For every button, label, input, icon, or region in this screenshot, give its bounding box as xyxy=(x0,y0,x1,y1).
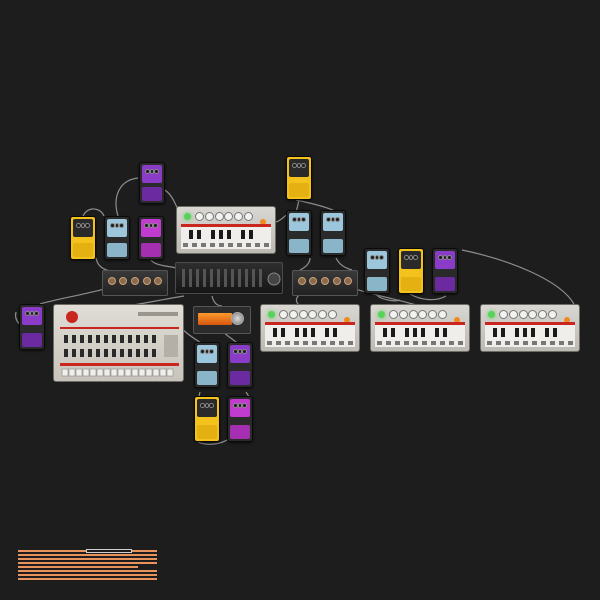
power-led xyxy=(488,311,495,318)
power-led xyxy=(184,213,191,220)
speaker-cabinet-2[interactable] xyxy=(292,270,358,296)
drum-machine-panel xyxy=(60,311,179,377)
mixer-channels xyxy=(182,269,281,287)
effect-pedal-15[interactable] xyxy=(227,396,253,442)
volume-dial-icon[interactable] xyxy=(231,312,244,325)
power-led xyxy=(268,311,275,318)
effect-pedal-5[interactable] xyxy=(138,216,164,260)
bass-synth-1[interactable] xyxy=(176,206,276,254)
sequencer-keys[interactable] xyxy=(265,322,355,347)
effect-pedal-7[interactable] xyxy=(320,210,346,256)
effect-pedal-6[interactable] xyxy=(286,210,312,256)
bass-synth-2[interactable] xyxy=(260,304,360,352)
effect-pedal-3[interactable] xyxy=(70,216,96,260)
drum-machine[interactable] xyxy=(53,304,184,382)
amplifier-head[interactable] xyxy=(193,306,251,334)
sequencer-keys[interactable] xyxy=(485,322,575,347)
bass-synth-4[interactable] xyxy=(480,304,580,352)
effect-pedal-8[interactable] xyxy=(364,248,390,294)
effect-pedal-4[interactable] xyxy=(104,216,130,260)
speaker-cabinet-1[interactable] xyxy=(102,270,168,296)
rack-canvas[interactable] xyxy=(0,0,600,600)
effect-pedal-11[interactable] xyxy=(19,304,45,350)
effect-pedal-12[interactable] xyxy=(194,342,220,388)
mixer-console[interactable] xyxy=(175,262,283,294)
effect-pedal-9[interactable] xyxy=(398,248,424,294)
sequencer-keys[interactable] xyxy=(375,322,465,347)
power-led xyxy=(378,311,385,318)
effect-pedal-10[interactable] xyxy=(432,248,458,294)
patch-cables xyxy=(15,171,575,445)
effect-pedal-13[interactable] xyxy=(227,342,253,388)
effect-pedal-2[interactable] xyxy=(286,156,312,200)
bass-synth-3[interactable] xyxy=(370,304,470,352)
effect-pedal-1[interactable] xyxy=(139,162,165,204)
effect-pedal-14[interactable] xyxy=(194,396,220,442)
overview-minimap[interactable] xyxy=(18,549,157,582)
amp-display xyxy=(198,313,232,325)
sequencer-keys[interactable] xyxy=(181,224,271,249)
